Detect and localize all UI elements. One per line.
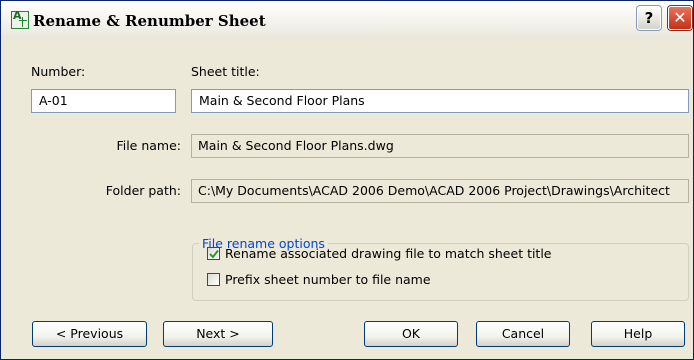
number-field[interactable]: A-01 <box>31 89 176 113</box>
next-button[interactable]: Next > <box>163 321 273 347</box>
prefix-number-label[interactable]: Prefix sheet number to file name <box>225 272 431 287</box>
ok-button[interactable]: OK <box>364 321 458 347</box>
cancel-button[interactable]: Cancel <box>476 321 570 347</box>
dialog-title: Rename & Renumber Sheet <box>33 12 266 30</box>
file-name-label: File name: <box>116 138 181 153</box>
prefix-number-checkbox[interactable] <box>207 273 220 286</box>
previous-button[interactable]: < Previous <box>32 321 147 347</box>
close-icon[interactable]: ✕ <box>668 6 692 30</box>
rename-renumber-dialog: A Rename & Renumber Sheet ? ✕ Number: A-… <box>0 0 694 360</box>
file-name-value: Main & Second Floor Plans.dwg <box>191 134 689 158</box>
title-bar[interactable]: A Rename & Renumber Sheet ? ✕ <box>1 1 693 39</box>
folder-path-label: Folder path: <box>105 183 181 198</box>
sheet-title-label: Sheet title: <box>191 64 260 79</box>
rename-drawing-label[interactable]: Rename associated drawing file to match … <box>225 246 552 261</box>
folder-path-value: C:\My Documents\ACAD 2006 Demo\ACAD 2006… <box>191 179 689 203</box>
sheet-set-icon: A <box>11 9 29 29</box>
help-icon[interactable]: ? <box>637 6 661 30</box>
number-label: Number: <box>31 64 86 79</box>
checkmark-icon <box>209 249 219 259</box>
sheet-title-field[interactable]: Main & Second Floor Plans <box>191 89 689 113</box>
help-button[interactable]: Help <box>591 321 685 347</box>
rename-drawing-checkbox[interactable] <box>207 247 220 260</box>
